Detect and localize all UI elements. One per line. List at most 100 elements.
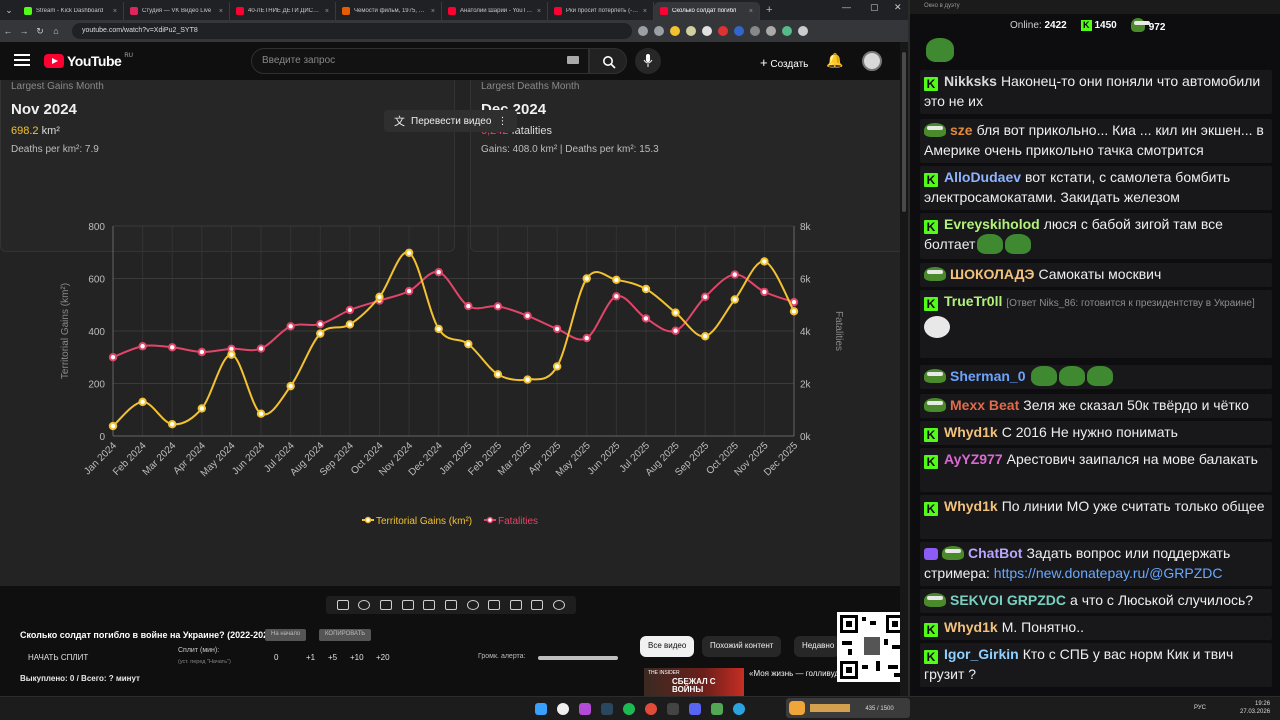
tab-close-icon[interactable]: × [537,8,541,15]
tab-close-icon[interactable]: × [113,8,117,15]
video-player[interactable]: Largest Gains Month Nov 2024 698.2 km² D… [0,80,900,586]
tab-close-icon[interactable]: × [431,8,435,15]
extension-icon[interactable] [734,26,744,36]
page-scrollbar[interactable] [900,42,908,696]
search-input[interactable]: Введите запрос [251,48,589,74]
url-field[interactable]: youtube.com/watch?v=XdiPu2_SYT8 [72,23,632,39]
tab-close-icon[interactable]: × [219,8,223,15]
search-button[interactable] [589,48,627,74]
discord-icon[interactable] [689,703,701,715]
streamer-widget[interactable]: 435 / 1500 [786,698,910,718]
chat-username[interactable]: sze [950,122,973,138]
back-button[interactable]: ← [0,26,16,36]
extension-icon[interactable] [718,26,728,36]
minimize-button[interactable]: — [842,2,851,12]
picture-in-picture-icon[interactable] [423,600,436,610]
recommended-video-title[interactable]: «Моя жизнь — голливудский блокбастер». И… [749,668,841,680]
browser-tab[interactable]: Студия — VK Видео Live × [124,2,230,20]
new-tab-button[interactable]: + [766,4,772,16]
telegram-icon[interactable] [733,703,745,715]
chat-mention[interactable]: GRPZDC [1007,592,1066,608]
chat-username[interactable]: ChatBot [968,545,1022,561]
screenshot-camera-icon[interactable] [509,600,522,610]
input-language[interactable]: РУС [1194,705,1206,711]
extension-icon[interactable] [702,26,712,36]
app-icon[interactable] [711,703,723,715]
chip-all-videos[interactable]: Все видео [640,636,695,657]
chat-username[interactable]: Nikksks [944,73,997,89]
recommended-video-thumbnail[interactable]: THE INSIDER СБЕЖАЛ С ВОЙНЫ [644,668,744,696]
profile-icon[interactable] [782,26,792,36]
browser-tab[interactable]: 40-ЛЕТНИЕ ДЕТИ ДИСНЕЯ × [230,2,336,20]
cast-icon[interactable] [638,26,648,36]
extensions-puzzle-icon[interactable] [750,26,760,36]
browser-tab[interactable]: Анатолий Шарий - YouTube × [442,2,548,20]
tab-close-icon[interactable]: × [643,8,647,15]
more-options-icon[interactable]: ⋮ [497,116,507,127]
browser-tab[interactable]: Рки просит потерпеть (-) - Y × [548,2,654,20]
youtube-logo[interactable]: YouTube RU [44,53,133,69]
go-to-start-button[interactable]: На начало [265,629,307,641]
gear-icon[interactable] [553,600,566,610]
system-clock[interactable]: 19:26 27.03.2026 [1240,700,1270,716]
loop-icon[interactable] [336,600,349,610]
alert-volume-slider[interactable] [538,656,618,660]
chip-recent[interactable]: Недавно [794,636,840,657]
donate-link[interactable]: https://new.donatepay.ru/@GRPZDC [994,565,1223,581]
chat-username[interactable]: Whyd1k [944,619,998,635]
tab-menu-icon[interactable]: ⌄ [0,5,18,16]
chat-username[interactable]: Whyd1k [944,498,998,514]
copy-button[interactable]: КОПИРОВАТЬ [319,629,372,641]
downloads-icon[interactable] [766,26,776,36]
tab-close-icon[interactable]: × [325,8,329,15]
menu-dots-icon[interactable] [798,26,808,36]
split-plus-1-button[interactable]: +1 [306,653,315,662]
chat-username[interactable]: SEKVOI [950,592,1003,608]
keyboard-icon[interactable] [567,56,579,64]
split-plus-5-button[interactable]: +5 [328,653,337,662]
avatar[interactable] [862,51,882,71]
app-icon[interactable] [579,703,591,715]
chat-username[interactable]: TrueTr0ll [944,293,1002,309]
maximize-button[interactable]: ▢ [870,2,879,13]
film-strip-icon[interactable] [444,600,457,610]
forward-button[interactable]: → [16,26,32,36]
notifications-bell-icon[interactable]: 🔔 [826,52,843,69]
reload-button[interactable]: ↻ [32,26,48,37]
broadcast-icon[interactable] [358,600,371,610]
clapperboard-icon[interactable] [401,600,414,610]
close-window-button[interactable]: ✕ [894,2,902,13]
chat-username[interactable]: ШОКОЛАДЭ [950,266,1034,282]
flask-icon[interactable] [531,600,544,610]
spotify-icon[interactable] [623,703,635,715]
chat-username[interactable]: Sherman_0 [950,368,1025,384]
chat-username[interactable]: AlloDudaev [944,169,1021,185]
create-button[interactable]: + Создать [752,50,816,72]
add-frame-icon[interactable] [488,600,501,610]
zoom-icon[interactable] [654,26,664,36]
voice-search-button[interactable] [635,48,661,74]
obs-icon[interactable] [667,703,679,715]
split-plus-20-button[interactable]: +20 [376,653,390,662]
bookmark-star-icon[interactable] [670,26,680,36]
extension-icon[interactable] [686,26,696,36]
translate-video-button[interactable]: 文 Перевести видео ⋮ [384,110,518,132]
chat-username[interactable]: AyYZ977 [944,451,1003,467]
home-icon[interactable]: ⌂ [48,26,64,36]
start-split-button[interactable]: НАЧАТЬ СПЛИТ [28,653,88,662]
tab-close-icon[interactable]: × [749,8,753,15]
chat-username[interactable]: Igor_Girkin [944,646,1019,662]
speedometer-icon[interactable] [466,600,479,610]
chat-username[interactable]: Mexx Beat [950,397,1019,413]
start-menu-icon[interactable] [535,703,547,715]
chrome-icon[interactable] [557,703,569,715]
chat-username[interactable]: Evreyskiholod [944,216,1040,232]
split-plus-10-button[interactable]: +10 [350,653,364,662]
camera-overlay-icon[interactable] [380,600,393,610]
steam-icon[interactable] [601,703,613,715]
chat-username[interactable]: Whyd1k [944,424,998,440]
app-icon[interactable] [645,703,657,715]
browser-tab[interactable]: Чемости фильм, 1975, дата × [336,2,442,20]
hamburger-menu-icon[interactable] [14,54,30,66]
chip-related[interactable]: Похожий контент [702,636,782,657]
